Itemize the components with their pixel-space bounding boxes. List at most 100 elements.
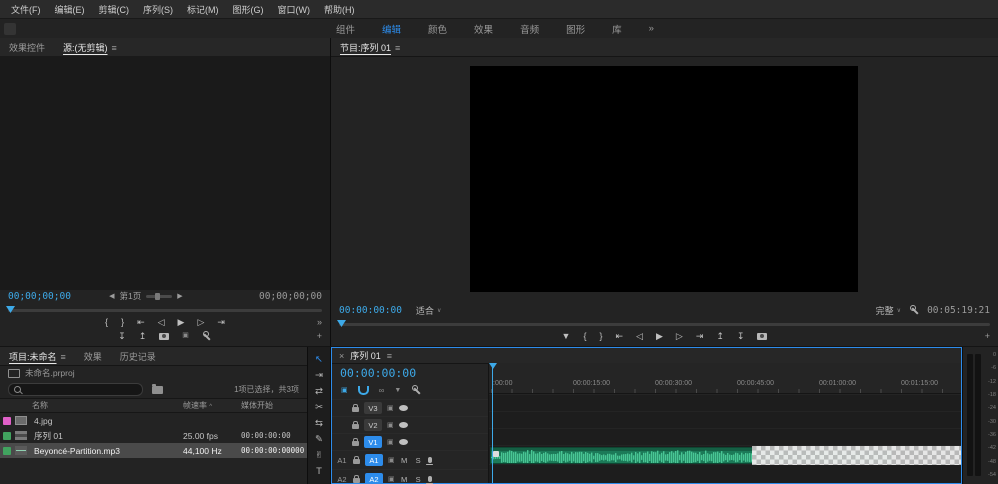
source-add-button[interactable]: + — [317, 331, 322, 341]
track-label-a1[interactable]: A1 — [365, 454, 383, 466]
tab-effects[interactable]: 效果 — [84, 350, 102, 363]
snap-icon[interactable] — [358, 386, 369, 395]
project-file-name[interactable]: 未命名.prproj — [25, 367, 75, 379]
track-visibility-eye-icon[interactable] — [399, 439, 408, 445]
linked-selection-icon[interactable]: ∞ — [379, 386, 385, 395]
slip-tool[interactable]: ⇆ — [315, 418, 323, 430]
solo-button[interactable]: S — [414, 475, 423, 484]
insert-button[interactable]: ↧ — [118, 329, 126, 343]
page-prev-icon[interactable]: ◀ — [109, 292, 114, 300]
column-framerate[interactable]: 帧速率 ^ — [183, 400, 241, 411]
workspace-tab-assembly[interactable]: 组件 — [336, 22, 355, 36]
track-lock-icon[interactable] — [353, 459, 360, 464]
pen-tool[interactable]: ✎ — [315, 434, 323, 446]
track-header-v3[interactable]: V3 ▣ — [332, 399, 488, 416]
project-row-sequence[interactable]: 序列 01 25.00 fps 00:00:00:00 — [0, 428, 307, 443]
settings-wrench-icon[interactable] — [202, 331, 212, 341]
workspace-tab-editing[interactable]: 编辑 — [382, 22, 401, 36]
track-label-a2[interactable]: A2 — [365, 473, 383, 484]
bin-view-icon[interactable] — [152, 386, 163, 394]
mark-in-button[interactable]: { — [105, 315, 108, 329]
source-overflow-button[interactable]: » — [317, 317, 322, 327]
panel-menu-icon[interactable]: ≡ — [112, 43, 117, 53]
track-visibility-eye-icon[interactable] — [399, 405, 408, 411]
add-marker-button[interactable]: ▼ — [562, 329, 571, 343]
source-patch-a1[interactable]: A1 — [336, 456, 348, 465]
track-lock-icon[interactable] — [352, 424, 359, 429]
panel-menu-icon[interactable]: ≡ — [395, 43, 400, 53]
workspace-overflow-button[interactable]: » — [649, 23, 654, 34]
step-forward-button[interactable]: ▷ — [676, 329, 683, 343]
search-input[interactable] — [25, 384, 129, 395]
track-lane-a1[interactable] — [489, 445, 961, 465]
track-header-v1[interactable]: V1 ▣ — [332, 433, 488, 450]
extract-button[interactable]: ↧ — [737, 329, 745, 343]
tab-source[interactable]: 源:(无剪辑)≡ — [63, 41, 117, 54]
track-lock-icon[interactable] — [353, 478, 360, 483]
timeline-tab-sequence[interactable]: 序列 01 — [350, 349, 381, 362]
panel-menu-icon[interactable]: ≡ — [61, 352, 66, 362]
monitor-settings-icon[interactable] — [909, 305, 919, 315]
label-color-chip[interactable] — [3, 447, 11, 455]
source-scrubber[interactable] — [4, 305, 326, 314]
track-select-tool[interactable]: ⇥ — [315, 370, 323, 382]
timeline-settings-icon[interactable] — [411, 385, 421, 395]
tab-effect-controls[interactable]: 效果控件 — [9, 41, 45, 54]
step-back-button[interactable]: ◁ — [158, 315, 165, 329]
mute-button[interactable]: M — [400, 475, 409, 484]
timeline-track-area[interactable]: :00:00 00:00:15:00 00:00:30:00 00:00:45:… — [489, 363, 961, 483]
page-label[interactable]: 第1页 — [120, 290, 142, 302]
label-color-chip[interactable] — [3, 417, 11, 425]
mark-out-button[interactable]: } — [599, 329, 602, 343]
nest-toggle-icon[interactable]: ▣ — [341, 386, 348, 394]
sync-lock-icon[interactable]: ▣ — [387, 421, 394, 429]
project-row-jpg[interactable]: 4.jpg — [0, 413, 307, 428]
search-box[interactable] — [8, 383, 143, 396]
track-visibility-eye-icon[interactable] — [399, 422, 408, 428]
track-label-v1[interactable]: V1 — [364, 436, 382, 448]
source-playhead[interactable] — [6, 306, 15, 313]
track-header-v2[interactable]: V2 ▣ — [332, 416, 488, 433]
track-lane-v1[interactable] — [489, 428, 961, 446]
item-name[interactable]: 4.jpg — [32, 416, 183, 426]
timeline-timecode[interactable]: 00:00:00:00 — [340, 366, 416, 380]
sync-lock-icon[interactable]: ▣ — [388, 456, 395, 464]
mute-button[interactable]: M — [400, 456, 409, 465]
type-tool[interactable]: T — [316, 466, 322, 478]
sync-lock-icon[interactable]: ▣ — [387, 404, 394, 412]
track-lane-a2[interactable] — [489, 464, 961, 483]
export-frame-icon[interactable] — [159, 333, 169, 340]
menu-item-file[interactable]: 文件(F) — [4, 3, 48, 16]
workspace-tab-libraries[interactable]: 库 — [612, 22, 622, 36]
sync-lock-icon[interactable]: ▣ — [387, 438, 394, 446]
menu-item-edit[interactable]: 编辑(E) — [48, 3, 92, 16]
workspace-tab-effects[interactable]: 效果 — [474, 22, 493, 36]
source-timecode[interactable]: 00;00;00;00 — [8, 291, 71, 302]
go-to-out-button[interactable]: ⇥ — [217, 315, 225, 329]
track-lane-v3[interactable] — [489, 394, 961, 412]
timeline-playhead-line[interactable] — [492, 363, 493, 483]
track-header-a1[interactable]: A1 A1 ▣ M S — [332, 450, 488, 469]
go-to-out-button[interactable]: ⇥ — [696, 329, 704, 343]
play-button[interactable]: ▶ — [656, 329, 663, 343]
column-media-start[interactable]: 媒体开始 — [241, 400, 307, 411]
tab-history[interactable]: 历史记录 — [120, 350, 156, 363]
razor-tool[interactable]: ✂ — [315, 402, 323, 414]
tab-project[interactable]: 项目:未命名≡ — [9, 350, 66, 363]
close-icon[interactable]: × — [339, 351, 344, 361]
track-lock-icon[interactable] — [352, 407, 359, 412]
track-label-v2[interactable]: V2 — [364, 419, 382, 431]
go-to-in-button[interactable]: ⇤ — [616, 329, 624, 343]
workspace-tab-color[interactable]: 颜色 — [428, 22, 447, 36]
page-next-icon[interactable]: ▶ — [177, 292, 182, 300]
lift-button[interactable]: ↥ — [716, 329, 724, 343]
export-frame-icon[interactable] — [757, 333, 767, 340]
track-lock-icon[interactable] — [352, 441, 359, 446]
program-playhead[interactable] — [337, 320, 346, 327]
label-color-chip[interactable] — [3, 432, 11, 440]
menu-item-markers[interactable]: 标记(M) — [180, 3, 226, 16]
workspace-tab-graphics[interactable]: 图形 — [566, 22, 585, 36]
solo-button[interactable]: S — [414, 456, 423, 465]
menu-item-sequence[interactable]: 序列(S) — [136, 3, 180, 16]
project-row-mp3[interactable]: Beyoncé-Partition.mp3 44,100 Hz 00:00:00… — [0, 443, 307, 458]
